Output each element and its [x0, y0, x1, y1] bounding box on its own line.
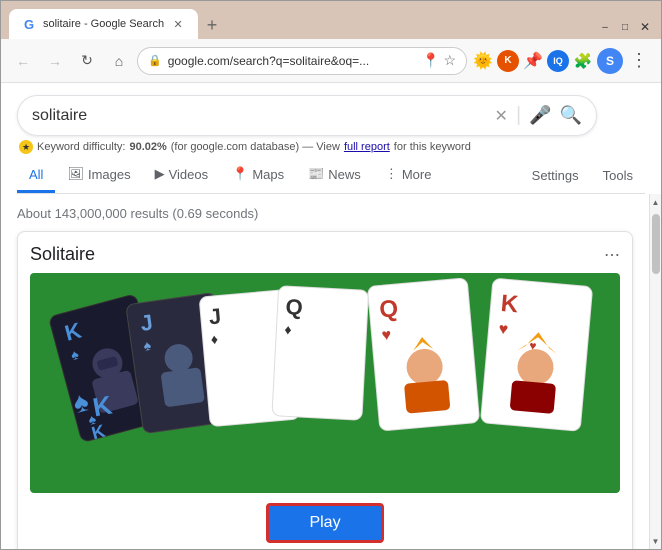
maps-tab-label: Maps: [252, 167, 284, 182]
close-button[interactable]: ✕: [637, 19, 653, 35]
svg-text:K: K: [500, 290, 520, 318]
ext-k-icon[interactable]: K: [497, 50, 519, 72]
tools-button[interactable]: Tools: [591, 160, 645, 191]
keyword-label: Keyword difficulty:: [37, 141, 125, 153]
address-text: google.com/search?q=solitaire&oq=...: [168, 54, 416, 68]
svg-text:♥: ♥: [498, 321, 509, 339]
solitaire-title: Solitaire: [30, 244, 95, 265]
scroll-thumb[interactable]: [652, 214, 660, 274]
more-tab-label: More: [402, 167, 432, 182]
search-clear-button[interactable]: ✕: [495, 106, 508, 126]
keyword-difficulty: 90.02%: [129, 141, 166, 153]
search-container: ✕ | 🎤 🔍 ★ Keyword difficulty: 90.02% (fo…: [1, 83, 661, 194]
solitaire-header: Solitaire ⋯: [30, 244, 620, 265]
window-controls: – □ ✕: [597, 19, 653, 39]
svg-text:J: J: [208, 303, 222, 329]
tab-close-button[interactable]: ✕: [170, 16, 186, 32]
svg-text:♦: ♦: [284, 321, 292, 337]
results-count: About 143,000,000 results (0.69 seconds): [17, 202, 633, 231]
filter-tab-videos[interactable]: ▶ Videos: [143, 158, 221, 193]
search-mic-icon[interactable]: 🎤: [529, 105, 551, 126]
home-button[interactable]: ⌂: [105, 47, 133, 75]
keyword-text3: for this keyword: [394, 141, 471, 153]
svg-text:♦: ♦: [210, 331, 219, 348]
window-scrollbar: ▲ ▼: [649, 194, 661, 549]
svg-text:Q: Q: [378, 295, 399, 324]
keyword-difficulty-bar: ★ Keyword difficulty: 90.02% (for google…: [17, 136, 645, 154]
back-button[interactable]: ←: [9, 47, 37, 75]
search-divider: |: [516, 104, 521, 127]
all-tab-label: All: [29, 167, 43, 182]
filter-tab-maps[interactable]: 📍 Maps: [220, 158, 296, 193]
svg-text:♥: ♥: [529, 339, 537, 354]
ext-p-icon[interactable]: 📌: [521, 49, 545, 73]
keyword-text2: (for google.com database) — View: [171, 141, 340, 153]
browser-tab[interactable]: G solitaire - Google Search ✕: [9, 9, 198, 39]
title-bar: G solitaire - Google Search ✕ + – □ ✕: [1, 1, 661, 39]
share-icon[interactable]: ⋯: [604, 245, 620, 265]
search-input[interactable]: [32, 107, 487, 125]
filter-tab-images[interactable]: 🖼 Images: [55, 158, 142, 193]
svg-text:♥: ♥: [381, 327, 392, 345]
filter-right-actions: Settings Tools: [520, 160, 645, 191]
location-icon[interactable]: 📍: [422, 52, 439, 69]
ext-sun-icon[interactable]: 🌞: [471, 49, 495, 73]
more-options-button[interactable]: ⋮: [625, 47, 653, 75]
videos-tab-label: Videos: [169, 167, 209, 182]
settings-button[interactable]: Settings: [520, 160, 591, 191]
filter-tab-all[interactable]: All: [17, 159, 55, 193]
bookmark-icon[interactable]: ☆: [443, 52, 456, 69]
tab-favicon: G: [21, 16, 37, 32]
filter-tabs: All 🖼 Images ▶ Videos 📍 Maps 📰 News ⋮ Mo…: [17, 154, 645, 194]
minimize-button[interactable]: –: [597, 19, 613, 35]
play-button[interactable]: Play: [266, 503, 383, 543]
news-tab-icon: 📰: [308, 166, 324, 182]
more-tab-icon: ⋮: [385, 166, 398, 182]
nav-bar: ← → ↻ ⌂ 🔒 google.com/search?q=solitaire&…: [1, 39, 661, 83]
keyword-icon: ★: [19, 140, 33, 154]
profile-icon[interactable]: S: [597, 48, 623, 74]
ext-iq-icon[interactable]: IQ: [547, 50, 569, 72]
reload-button[interactable]: ↻: [73, 47, 101, 75]
browser-window: G solitaire - Google Search ✕ + – □ ✕ ← …: [0, 0, 662, 550]
lock-icon: 🔒: [148, 54, 162, 67]
filter-tab-news[interactable]: 📰 News: [296, 158, 373, 193]
new-tab-button[interactable]: +: [198, 11, 226, 39]
search-box: ✕ | 🎤 🔍: [17, 95, 597, 136]
solitaire-card: Solitaire ⋯ K ♠: [17, 231, 633, 549]
svg-text:Q: Q: [285, 294, 303, 320]
address-icons: 📍 ☆: [422, 52, 456, 69]
play-button-container: Play: [30, 493, 620, 547]
scroll-down-button[interactable]: ▼: [650, 533, 661, 549]
forward-button[interactable]: →: [41, 47, 69, 75]
address-bar[interactable]: 🔒 google.com/search?q=solitaire&oq=... 📍…: [137, 47, 467, 75]
filter-tab-more[interactable]: ⋮ More: [373, 158, 444, 193]
videos-tab-icon: ▶: [155, 166, 165, 182]
search-submit-icon[interactable]: 🔍: [560, 105, 582, 126]
nav-right-icons: 🌞 K 📌 IQ 🧩 S ⋮: [471, 47, 653, 75]
images-tab-icon: 🖼: [67, 166, 84, 182]
main-content: About 143,000,000 results (0.69 seconds)…: [1, 194, 661, 549]
extensions-icon[interactable]: 🧩: [571, 49, 595, 73]
scroll-up-button[interactable]: ▲: [650, 194, 661, 210]
maps-tab-icon: 📍: [232, 166, 248, 182]
images-tab-label: Images: [88, 167, 131, 182]
tab-title: solitaire - Google Search: [43, 18, 164, 30]
results-area: About 143,000,000 results (0.69 seconds)…: [1, 194, 649, 549]
keyword-full-report-link[interactable]: full report: [344, 141, 390, 153]
maximize-button[interactable]: □: [617, 19, 633, 35]
news-tab-label: News: [328, 167, 361, 182]
game-image: K ♠ ♠ K J ♠: [30, 273, 620, 493]
